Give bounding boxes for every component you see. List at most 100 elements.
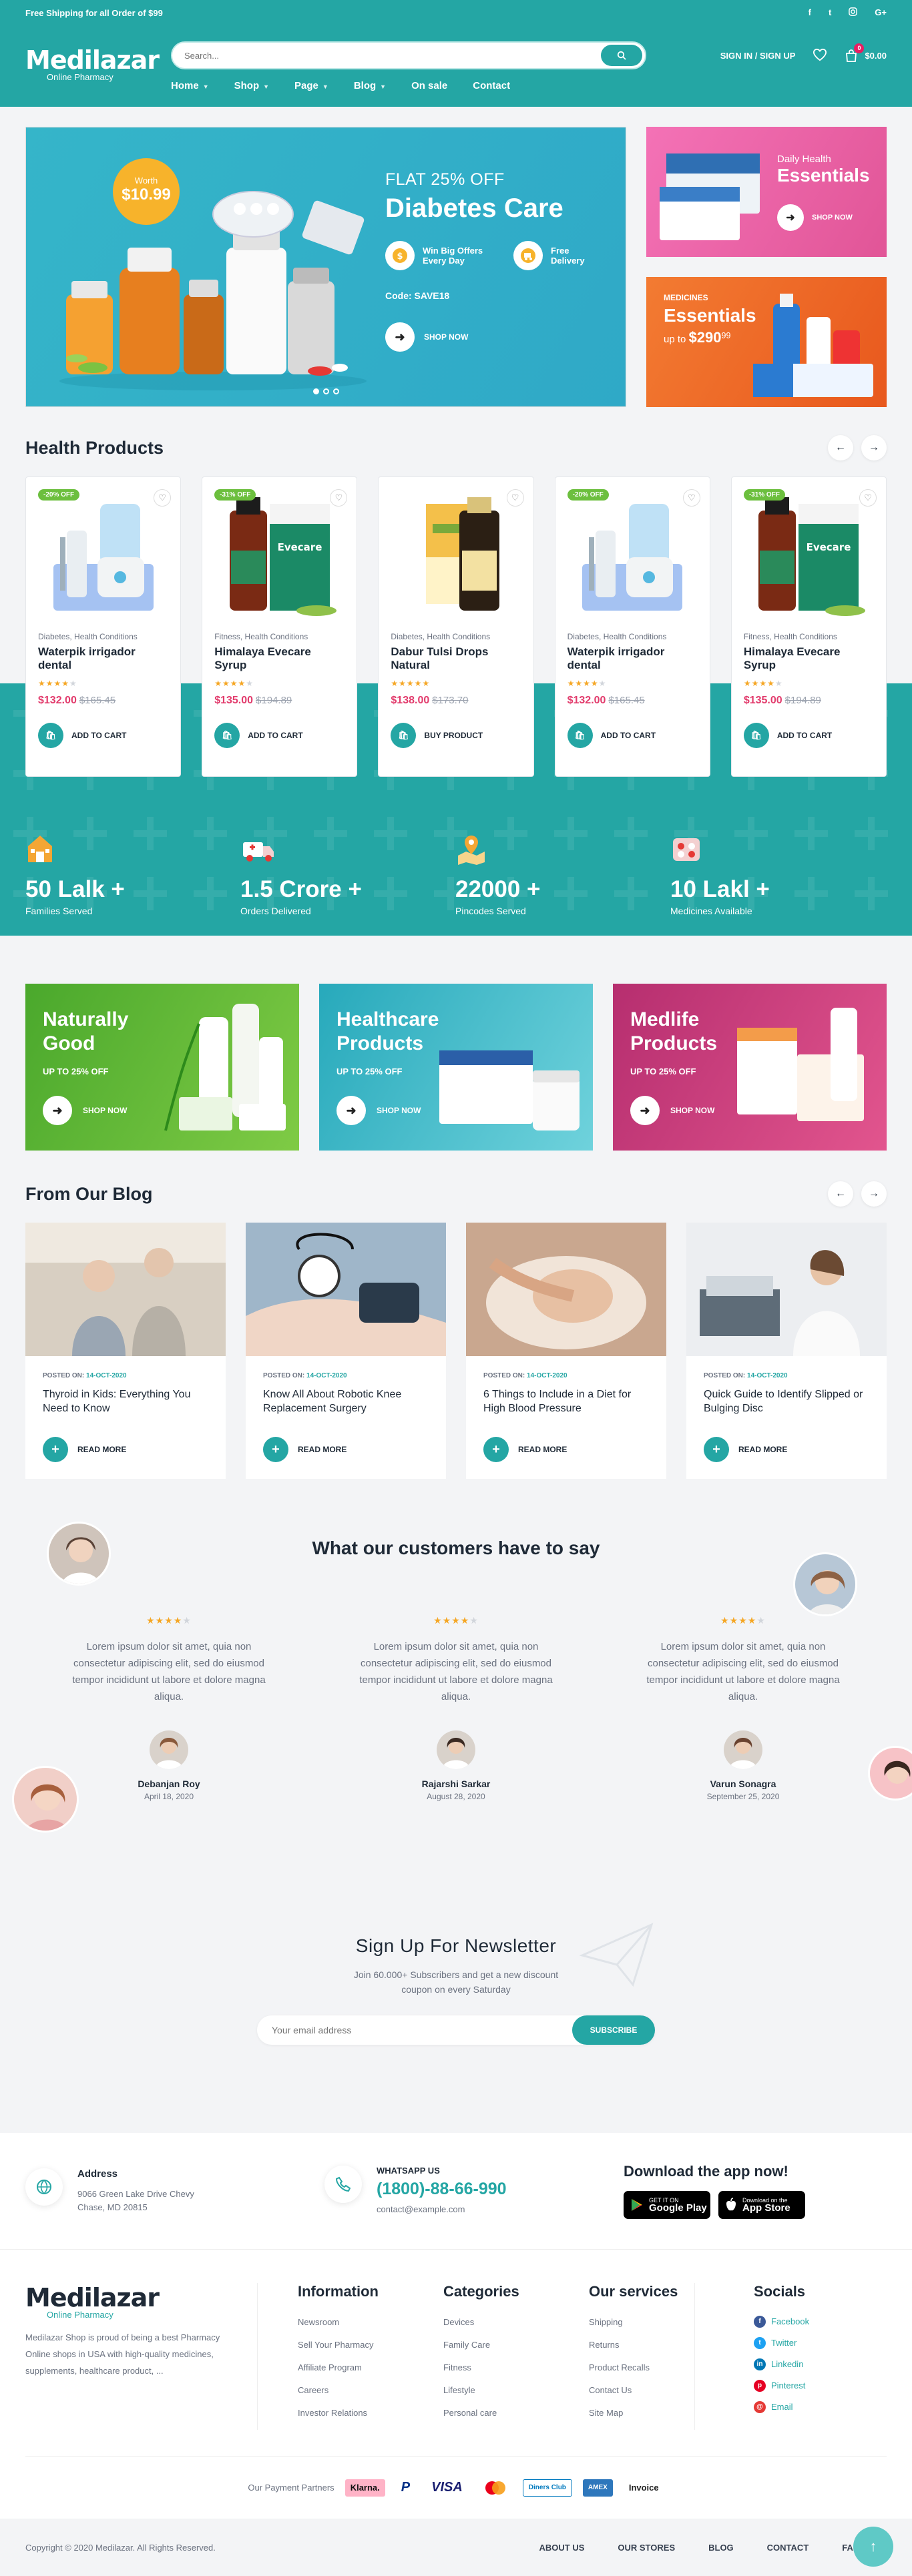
cart-button[interactable]: 0 $0.00 [845, 43, 887, 63]
slider-dot-3[interactable] [333, 388, 339, 394]
footer-link[interactable]: Product Recalls [589, 2356, 694, 2379]
newsletter-email-input[interactable] [272, 2025, 572, 2035]
footer-link[interactable]: Personal care [443, 2402, 549, 2425]
blog-post-title[interactable]: Quick Guide to Identify Slipped or Bulgi… [704, 1387, 869, 1415]
promo-shop-button[interactable]: ➜ SHOP NOW [43, 1096, 127, 1125]
footer-social-link[interactable]: p Pinterest [754, 2375, 840, 2396]
read-more-button[interactable]: + READ MORE [43, 1437, 208, 1462]
blog-card[interactable]: POSTED ON: 14-OCT-2020 Thyroid in Kids: … [25, 1223, 226, 1479]
wishlist-heart-icon[interactable] [813, 48, 827, 63]
slider-dot-1[interactable] [313, 388, 319, 394]
bottom-link[interactable]: OUR STORES [618, 2543, 675, 2553]
footer-social-link[interactable]: in Linkedin [754, 2354, 840, 2375]
footer-social-link[interactable]: @ Email [754, 2396, 840, 2418]
signin-link[interactable]: SIGN IN / SIGN UP [720, 51, 796, 61]
twitter-icon[interactable]: t [829, 7, 831, 18]
footer-logo[interactable]: Medilazar Online Pharmacy [25, 2283, 230, 2320]
nav-contact[interactable]: Contact [473, 80, 510, 91]
prev-arrow-icon[interactable]: ← [828, 1181, 853, 1207]
product-category[interactable]: Diabetes, Health Conditions [38, 632, 168, 641]
app-store-badge[interactable]: Download on the App Store [718, 2191, 805, 2219]
add-to-cart-button[interactable]: 🛍 ADD TO CART [38, 723, 168, 748]
nav-page[interactable]: Page ▼ [294, 80, 328, 91]
add-to-cart-button[interactable]: 🛍 ADD TO CART [743, 723, 874, 748]
blog-image[interactable] [686, 1223, 887, 1356]
bottom-link[interactable]: ABOUT US [539, 2543, 585, 2553]
slider-dot-2[interactable] [323, 388, 329, 394]
product-category[interactable]: Diabetes, Health Conditions [391, 632, 521, 641]
whatsapp-phone[interactable]: (1800)-88-66-990 [377, 2180, 507, 2199]
promo-naturally-good[interactable]: Naturally Good UP TO 25% OFF ➜ SHOP NOW [25, 984, 299, 1151]
promo-shop-button[interactable]: ➜ SHOP NOW [630, 1096, 714, 1125]
hero-shop-now-button[interactable]: ➜ SHOP NOW [385, 322, 591, 352]
daily-health-banner[interactable]: Daily Health Essentials ➜ SHOP NOW [646, 127, 887, 257]
add-to-cart-button[interactable]: 🛍 BUY PRODUCT [391, 723, 521, 748]
footer-link[interactable]: Careers [298, 2379, 403, 2402]
wishlist-heart-icon[interactable]: ♡ [506, 489, 524, 507]
blog-image[interactable] [466, 1223, 666, 1356]
daily-health-shop-button[interactable]: ➜ SHOP NOW [777, 204, 853, 231]
product-name[interactable]: Himalaya Evecare Syrup [214, 645, 345, 673]
nav-on-sale[interactable]: On sale [411, 80, 447, 91]
blog-image[interactable] [246, 1223, 446, 1356]
read-more-button[interactable]: + READ MORE [704, 1437, 869, 1462]
blog-post-title[interactable]: 6 Things to Include in a Diet for High B… [483, 1387, 649, 1415]
product-image[interactable] [391, 477, 521, 624]
next-arrow-icon[interactable]: → [861, 435, 887, 460]
wishlist-heart-icon[interactable]: ♡ [859, 489, 877, 507]
google-plus-icon[interactable]: G+ [875, 7, 887, 18]
read-more-button[interactable]: + READ MORE [263, 1437, 429, 1462]
promo-shop-button[interactable]: ➜ SHOP NOW [336, 1096, 421, 1125]
product-card[interactable]: -31% OFF ♡ Evecare Fitness, Health Condit… [202, 476, 358, 777]
product-card[interactable]: -20% OFF ♡ Diabetes, Health Conditions Wa… [554, 476, 710, 777]
add-to-cart-button[interactable]: 🛍 ADD TO CART [214, 723, 345, 748]
product-name[interactable]: Waterpik irrigador dental [38, 645, 168, 673]
footer-link[interactable]: Lifestyle [443, 2379, 549, 2402]
footer-link[interactable]: Devices [443, 2311, 549, 2334]
product-category[interactable]: Fitness, Health Conditions [744, 632, 874, 641]
promo-healthcare-products[interactable]: Healthcare Products UP TO 25% OFF ➜ SHOP N… [319, 984, 593, 1151]
bottom-link[interactable]: CONTACT [767, 2543, 809, 2553]
blog-image[interactable] [25, 1223, 226, 1356]
footer-social-link[interactable]: f Facebook [754, 2311, 840, 2332]
site-logo[interactable]: Medilazar Online Pharmacy [25, 45, 160, 82]
prev-arrow-icon[interactable]: ← [828, 435, 853, 460]
footer-link[interactable]: Family Care [443, 2334, 549, 2356]
wishlist-heart-icon[interactable]: ♡ [682, 489, 700, 507]
footer-link[interactable]: Contact Us [589, 2379, 694, 2402]
product-card[interactable]: -20% OFF ♡ Diabetes, Health Conditions Wa… [25, 476, 182, 777]
footer-link[interactable]: Shipping [589, 2311, 694, 2334]
next-arrow-icon[interactable]: → [861, 1181, 887, 1207]
medicines-essentials-banner[interactable]: MEDICINES Essentials up to $29099 [646, 277, 887, 407]
google-play-badge[interactable]: GET IT ON Google Play [624, 2191, 710, 2219]
footer-link[interactable]: Returns [589, 2334, 694, 2356]
blog-post-title[interactable]: Know All About Robotic Knee Replacement … [263, 1387, 429, 1415]
blog-card[interactable]: POSTED ON: 14-OCT-2020 Quick Guide to Id… [686, 1223, 887, 1479]
footer-link[interactable]: Fitness [443, 2356, 549, 2379]
product-name[interactable]: Waterpik irrigador dental [567, 645, 698, 673]
hero-slider[interactable]: Worth $10.99 FLAT 25% OFF Diabetes Care … [25, 127, 626, 407]
search-button[interactable] [601, 45, 642, 66]
wishlist-heart-icon[interactable]: ♡ [330, 489, 348, 507]
blog-card[interactable]: POSTED ON: 14-OCT-2020 Know All About Ro… [246, 1223, 446, 1479]
footer-link[interactable]: Sell Your Pharmacy [298, 2334, 403, 2356]
footer-link[interactable]: Affiliate Program [298, 2356, 403, 2379]
footer-social-link[interactable]: t Twitter [754, 2332, 840, 2354]
product-category[interactable]: Fitness, Health Conditions [214, 632, 345, 641]
facebook-icon[interactable]: f [809, 7, 811, 18]
blog-post-title[interactable]: Thyroid in Kids: Everything You Need to … [43, 1387, 208, 1415]
product-category[interactable]: Diabetes, Health Conditions [567, 632, 698, 641]
nav-shop[interactable]: Shop ▼ [234, 80, 269, 91]
subscribe-button[interactable]: SUBSCRIBE [572, 2015, 655, 2045]
read-more-button[interactable]: + READ MORE [483, 1437, 649, 1462]
footer-link[interactable]: Investor Relations [298, 2402, 403, 2425]
footer-link[interactable]: Site Map [589, 2402, 694, 2425]
product-card[interactable]: -31% OFF ♡ Evecare Fitness, Health Condit… [730, 476, 887, 777]
contact-email[interactable]: contact@example.com [377, 2203, 507, 2216]
wishlist-heart-icon[interactable]: ♡ [154, 489, 172, 507]
product-name[interactable]: Himalaya Evecare Syrup [744, 645, 874, 673]
add-to-cart-button[interactable]: 🛍 ADD TO CART [567, 723, 698, 748]
blog-card[interactable]: POSTED ON: 14-OCT-2020 6 Things to Inclu… [466, 1223, 666, 1479]
product-name[interactable]: Dabur Tulsi Drops Natural [391, 645, 521, 673]
instagram-icon[interactable] [849, 7, 858, 18]
